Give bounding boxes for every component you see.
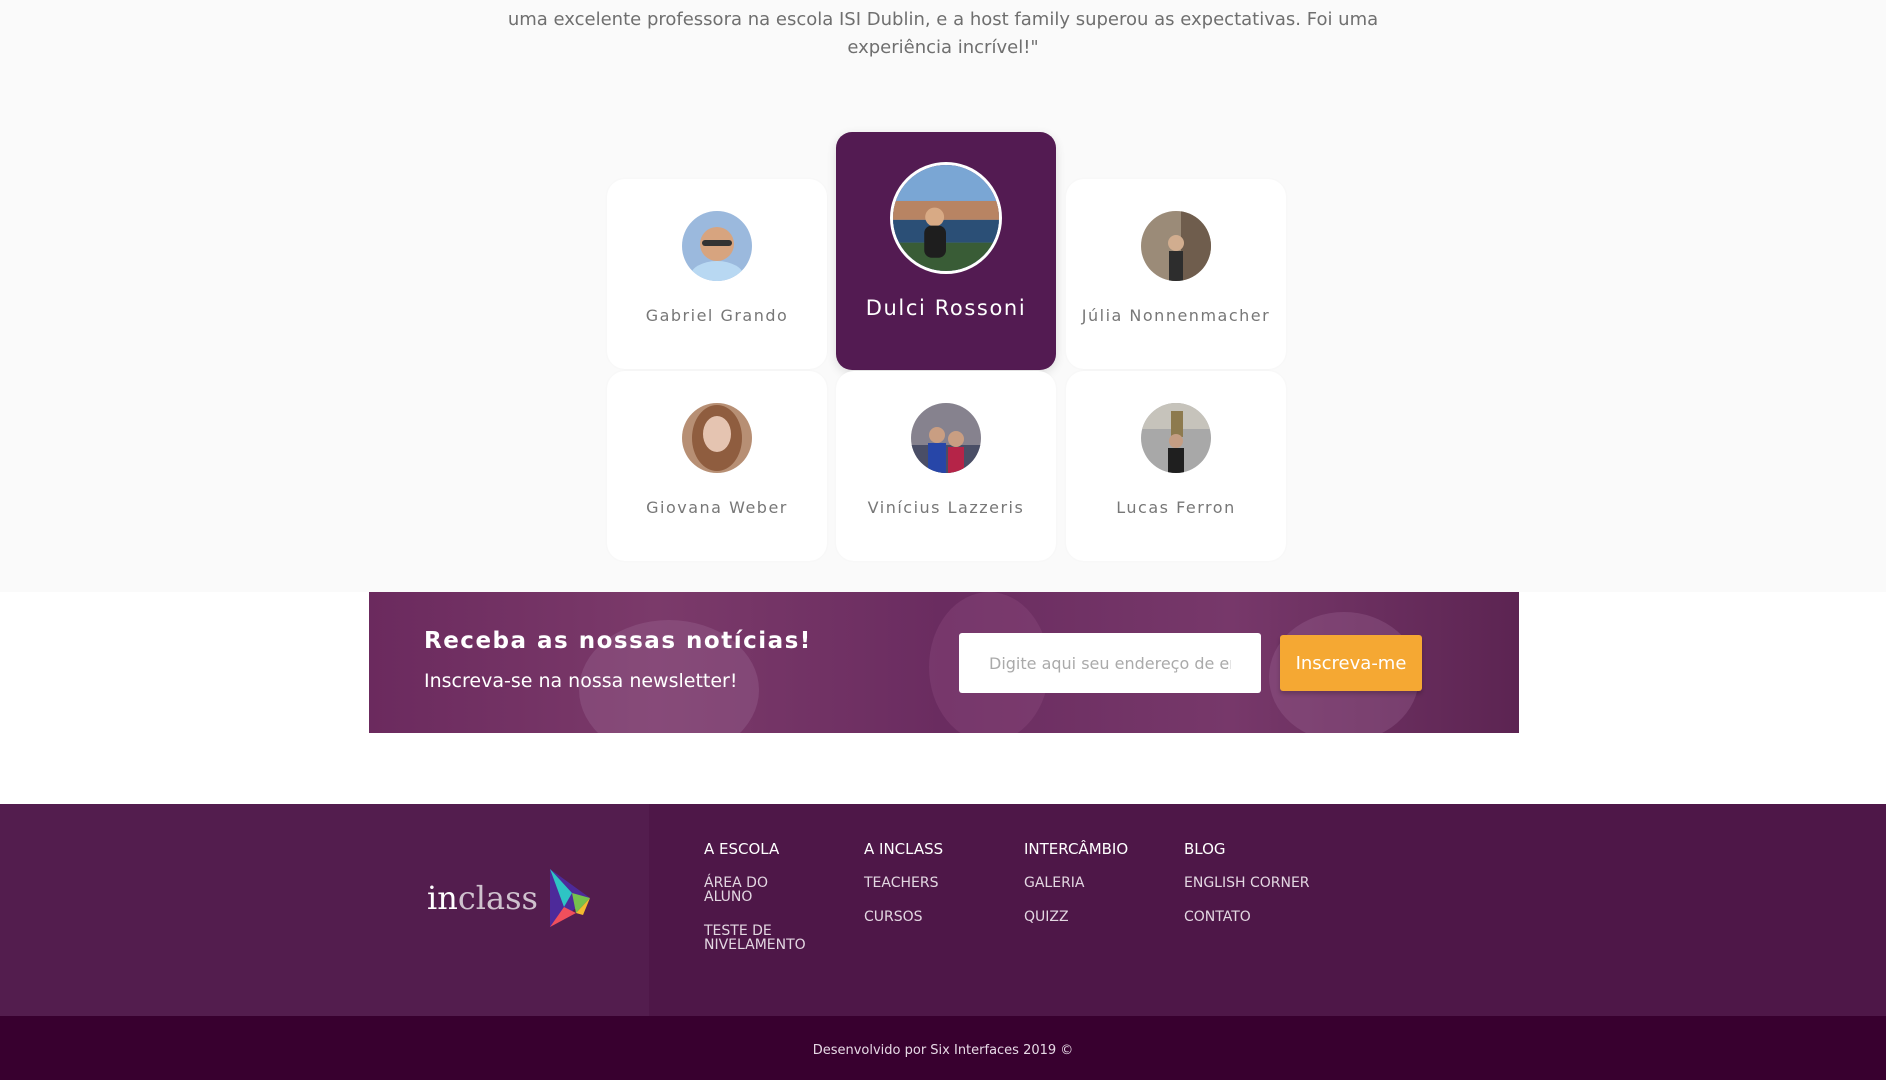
- email-input[interactable]: [959, 633, 1261, 693]
- logo-arrow-icon: [549, 869, 590, 927]
- student-card-vinicius[interactable]: Vinícius Lazzeris: [836, 371, 1056, 561]
- footer-link-cursos[interactable]: CURSOS: [864, 910, 943, 924]
- footer-link-contato[interactable]: CONTATO: [1184, 910, 1310, 924]
- subscribe-button[interactable]: Inscreva-me: [1280, 635, 1422, 691]
- student-photo: [890, 162, 1002, 274]
- footer-column-intercambio: INTERCÂMBIO GALERIA QUIZZ: [1024, 842, 1128, 944]
- student-photo: [911, 403, 981, 473]
- footer: inclass A ESCOLA ÁREA DO ALUNO TESTE DE …: [0, 804, 1886, 1016]
- student-name: Giovana Weber: [646, 498, 788, 517]
- footer-link-teste-nivelamento[interactable]: TESTE DE NIVELAMENTO: [704, 924, 814, 952]
- student-name: Vinícius Lazzeris: [867, 498, 1025, 517]
- credits-text: Desenvolvido por Six Interfaces 2019 ©: [812, 1043, 1074, 1058]
- footer-column-escola: A ESCOLA ÁREA DO ALUNO TESTE DE NIVELAME…: [704, 842, 814, 972]
- student-photo: [1141, 211, 1211, 281]
- newsletter-title: Receba as nossas notícias!: [424, 628, 812, 654]
- newsletter-section: Receba as nossas notícias! Inscreva-se n…: [369, 592, 1519, 733]
- footer-column-inclass: A INCLASS TEACHERS CURSOS: [864, 842, 943, 944]
- student-photo: [682, 211, 752, 281]
- newsletter-subtitle: Inscreva-se na nossa newsletter!: [424, 670, 738, 692]
- student-card-giovana[interactable]: Giovana Weber: [607, 371, 827, 561]
- student-card-gabriel[interactable]: Gabriel Grando: [607, 179, 827, 369]
- footer-link-teachers[interactable]: TEACHERS: [864, 876, 943, 890]
- footer-link-galeria[interactable]: GALERIA: [1024, 876, 1128, 890]
- footer-column-blog: BLOG ENGLISH CORNER CONTATO: [1184, 842, 1310, 944]
- inclass-logo[interactable]: inclass: [427, 867, 592, 929]
- student-name: Júlia Nonnenmacher: [1081, 306, 1271, 325]
- student-photo: [682, 403, 752, 473]
- footer-link-intercambio[interactable]: INTERCÂMBIO: [1024, 842, 1128, 857]
- footer-link-a-escola[interactable]: A ESCOLA: [704, 842, 814, 857]
- footer-link-area-aluno[interactable]: ÁREA DO ALUNO: [704, 876, 814, 904]
- footer-link-quizz[interactable]: QUIZZ: [1024, 910, 1128, 924]
- student-name: Lucas Ferron: [1116, 498, 1236, 517]
- student-card-dulci[interactable]: Dulci Rossoni: [836, 132, 1056, 370]
- testimonial-quote: uma excelente professora na escola ISI D…: [507, 9, 1379, 58]
- footer-link-english-corner[interactable]: ENGLISH CORNER: [1184, 876, 1310, 890]
- student-name: Dulci Rossoni: [865, 296, 1027, 320]
- student-name: Gabriel Grando: [645, 306, 789, 325]
- logo-text: inclass: [427, 879, 538, 917]
- student-card-lucas[interactable]: Lucas Ferron: [1066, 371, 1286, 561]
- student-card-julia[interactable]: Júlia Nonnenmacher: [1066, 179, 1286, 369]
- student-photo: [1141, 403, 1211, 473]
- footer-link-blog[interactable]: BLOG: [1184, 842, 1310, 857]
- footer-link-a-inclass[interactable]: A INCLASS: [864, 842, 943, 857]
